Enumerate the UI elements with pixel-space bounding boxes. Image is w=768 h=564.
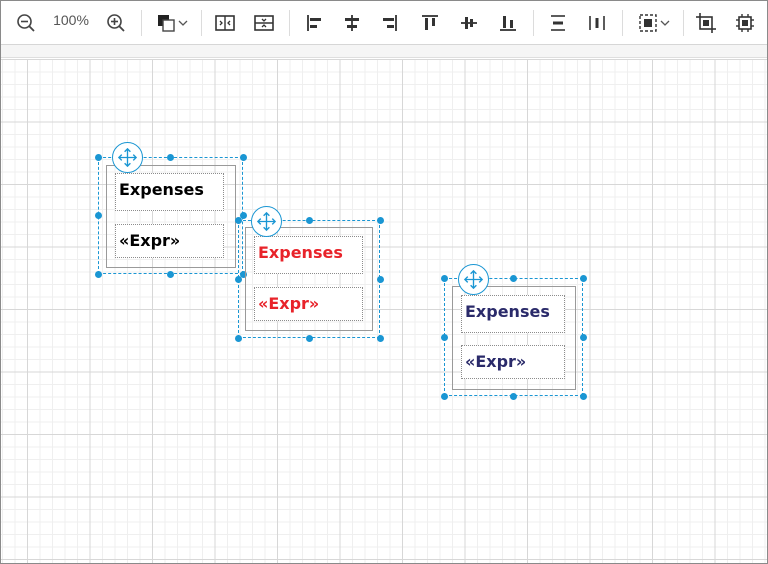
resize-handle[interactable]	[440, 333, 448, 341]
align-right-icon	[383, 15, 397, 31]
resize-handle[interactable]	[166, 270, 174, 278]
resize-handle[interactable]	[509, 274, 517, 282]
toolbar-separator	[533, 10, 534, 36]
select-dropdown[interactable]	[633, 8, 675, 38]
move-arrows-icon	[463, 269, 484, 290]
table-header-cell[interactable]: Expenses	[254, 236, 363, 274]
resize-handle[interactable]	[94, 211, 102, 219]
resize-handle[interactable]	[234, 334, 242, 342]
toolbar-separator	[201, 10, 202, 36]
resize-handle[interactable]	[239, 153, 247, 161]
align-right-button[interactable]	[377, 8, 403, 38]
move-arrows-icon	[117, 147, 138, 168]
toolbar-separator	[141, 10, 142, 36]
resize-handle[interactable]	[234, 216, 242, 224]
fit-icon	[736, 14, 754, 32]
align-center-icon	[345, 15, 359, 31]
table-header-cell[interactable]: Expenses	[461, 295, 565, 333]
chevron-down-icon	[178, 20, 188, 26]
align-center-button[interactable]	[339, 8, 365, 38]
toolbar-separator	[683, 10, 684, 36]
diagram-canvas[interactable]	[1, 59, 767, 563]
zoom-out-button[interactable]	[13, 8, 39, 38]
resize-handle[interactable]	[305, 216, 313, 224]
zoom-level: 100%	[53, 12, 89, 28]
editor-frame: 100% Expenses «Expr» Expenses «Expr» Exp…	[0, 0, 768, 564]
chevron-down-icon	[660, 20, 670, 26]
move-handle[interactable]	[458, 264, 489, 295]
align-middle-button[interactable]	[456, 8, 482, 38]
table-body-cell[interactable]: «Expr»	[115, 224, 224, 258]
resize-handle[interactable]	[579, 333, 587, 341]
align-bottom-icon	[500, 16, 516, 31]
resize-handle[interactable]	[166, 153, 174, 161]
align-top-icon	[422, 15, 438, 30]
fit-button[interactable]	[732, 8, 758, 38]
move-handle[interactable]	[112, 142, 143, 173]
zoom-in-icon	[107, 14, 125, 32]
align-bottom-button[interactable]	[495, 8, 521, 38]
split-vertical-button[interactable]	[251, 8, 277, 38]
crop-button[interactable]	[693, 8, 719, 38]
resize-handle[interactable]	[376, 216, 384, 224]
resize-handle[interactable]	[579, 274, 587, 282]
distribute-vertical-button[interactable]	[545, 8, 571, 38]
zoom-out-icon	[17, 14, 35, 32]
align-left-button[interactable]	[301, 8, 327, 38]
split-horizontal-button[interactable]	[212, 8, 238, 38]
crop-icon	[696, 13, 716, 33]
resize-handle[interactable]	[440, 392, 448, 400]
split-vertical-icon	[254, 15, 274, 31]
toolbar-separator	[289, 10, 290, 36]
align-middle-icon	[461, 17, 477, 29]
toolbar-separator	[622, 10, 623, 36]
resize-handle[interactable]	[94, 153, 102, 161]
table-body-cell[interactable]: «Expr»	[461, 345, 565, 379]
resize-handle[interactable]	[579, 392, 587, 400]
resize-handle[interactable]	[94, 270, 102, 278]
resize-handle[interactable]	[376, 275, 384, 283]
align-top-button[interactable]	[417, 8, 443, 38]
distribute-horizontal-icon	[589, 16, 605, 30]
align-left-icon	[307, 15, 321, 31]
resize-handle[interactable]	[509, 392, 517, 400]
zoom-in-button[interactable]	[103, 8, 129, 38]
resize-handle[interactable]	[440, 274, 448, 282]
resize-handle[interactable]	[376, 334, 384, 342]
fill-color-dropdown[interactable]	[151, 8, 193, 38]
distribute-vertical-icon	[551, 15, 565, 31]
ruler-strip	[1, 45, 767, 58]
move-handle[interactable]	[251, 206, 282, 237]
resize-handle[interactable]	[234, 275, 242, 283]
table-header-cell[interactable]: Expenses	[115, 173, 224, 211]
table-body-cell[interactable]: «Expr»	[254, 287, 363, 321]
distribute-horizontal-button[interactable]	[584, 8, 610, 38]
resize-handle[interactable]	[305, 334, 313, 342]
split-horizontal-icon	[215, 15, 235, 31]
fill-color-icon	[158, 15, 175, 32]
select-icon	[639, 14, 657, 32]
toolbar: 100%	[1, 1, 767, 45]
move-arrows-icon	[256, 211, 277, 232]
